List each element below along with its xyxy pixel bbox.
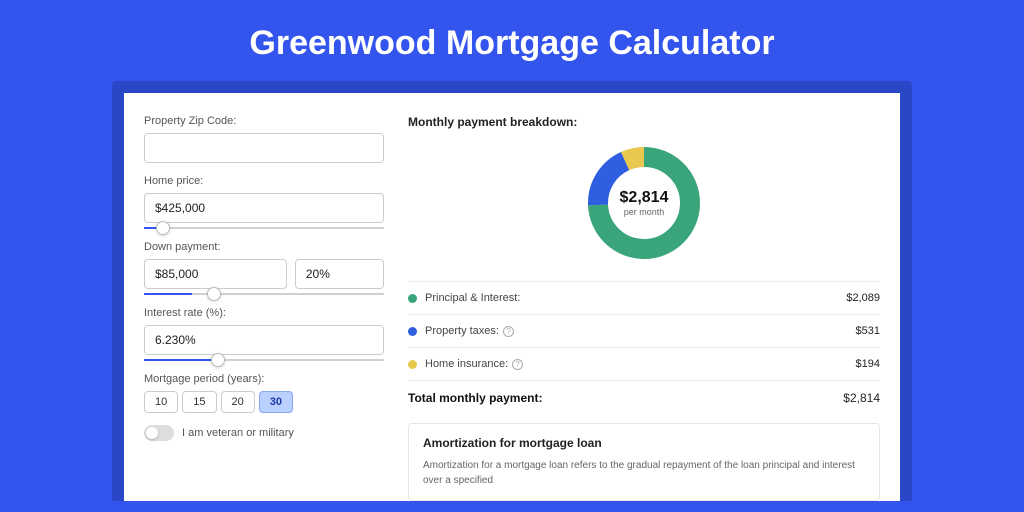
interest-rate-slider[interactable] [144, 359, 384, 361]
amortization-text: Amortization for a mortgage loan refers … [423, 458, 865, 488]
down-payment-slider-thumb[interactable] [207, 287, 221, 301]
calculator-card: Property Zip Code: Home price: Down paym… [124, 93, 900, 501]
legend-row: Home insurance: ?$194 [408, 347, 880, 380]
donut-total-sub: per month [620, 207, 669, 217]
period-btn-20[interactable]: 20 [221, 391, 255, 413]
home-price-slider-thumb[interactable] [156, 221, 170, 235]
veteran-label: I am veteran or military [182, 427, 294, 439]
mortgage-period-label: Mortgage period (years): [144, 373, 384, 385]
home-price-slider[interactable] [144, 227, 384, 229]
veteran-toggle-row: I am veteran or military [144, 425, 384, 441]
breakdown-title: Monthly payment breakdown: [408, 115, 880, 129]
period-btn-15[interactable]: 15 [182, 391, 216, 413]
down-payment-group: Down payment: [144, 241, 384, 295]
donut-center: $2,814 per month [620, 189, 669, 217]
content-band: Property Zip Code: Home price: Down paym… [112, 81, 912, 501]
interest-rate-label: Interest rate (%): [144, 307, 384, 319]
period-btn-30[interactable]: 30 [259, 391, 293, 413]
mortgage-period-buttons: 10152030 [144, 391, 384, 413]
down-payment-label: Down payment: [144, 241, 384, 253]
legend-label: Principal & Interest: [425, 292, 846, 304]
legend-row: Property taxes: ?$531 [408, 314, 880, 347]
period-btn-10[interactable]: 10 [144, 391, 178, 413]
home-price-input[interactable] [144, 193, 384, 223]
home-price-group: Home price: [144, 175, 384, 229]
zip-label: Property Zip Code: [144, 115, 384, 127]
info-icon[interactable]: ? [512, 359, 523, 370]
zip-input[interactable] [144, 133, 384, 163]
legend-amount: $2,089 [846, 292, 880, 304]
total-amount: $2,814 [843, 391, 880, 405]
down-payment-slider-fill [144, 293, 192, 295]
amortization-box: Amortization for mortgage loan Amortizat… [408, 423, 880, 501]
legend-label: Property taxes: ? [425, 325, 856, 337]
legend-dot [408, 294, 417, 303]
home-price-label: Home price: [144, 175, 384, 187]
interest-rate-slider-thumb[interactable] [211, 353, 225, 367]
legend-dot [408, 327, 417, 336]
legend-label: Home insurance: ? [425, 358, 856, 370]
legend-amount: $194 [856, 358, 880, 370]
breakdown-column: Monthly payment breakdown: $2,814 per mo… [408, 115, 880, 501]
form-column: Property Zip Code: Home price: Down paym… [144, 115, 384, 501]
down-payment-slider[interactable] [144, 293, 384, 295]
info-icon[interactable]: ? [503, 326, 514, 337]
veteran-toggle[interactable] [144, 425, 174, 441]
donut-total-value: $2,814 [620, 189, 669, 207]
amortization-title: Amortization for mortgage loan [423, 436, 865, 450]
total-row: Total monthly payment: $2,814 [408, 380, 880, 415]
zip-field-group: Property Zip Code: [144, 115, 384, 163]
legend-row: Principal & Interest:$2,089 [408, 281, 880, 314]
down-payment-percent-input[interactable] [295, 259, 384, 289]
interest-rate-slider-fill [144, 359, 218, 361]
interest-rate-group: Interest rate (%): [144, 307, 384, 361]
mortgage-period-group: Mortgage period (years): 10152030 [144, 373, 384, 413]
total-label: Total monthly payment: [408, 391, 843, 405]
donut-chart-wrap: $2,814 per month [408, 143, 880, 263]
down-payment-amount-input[interactable] [144, 259, 287, 289]
interest-rate-input[interactable] [144, 325, 384, 355]
legend-amount: $531 [856, 325, 880, 337]
legend-list: Principal & Interest:$2,089Property taxe… [408, 281, 880, 380]
donut-chart: $2,814 per month [584, 143, 704, 263]
page-title: Greenwood Mortgage Calculator [0, 0, 1024, 81]
legend-dot [408, 360, 417, 369]
